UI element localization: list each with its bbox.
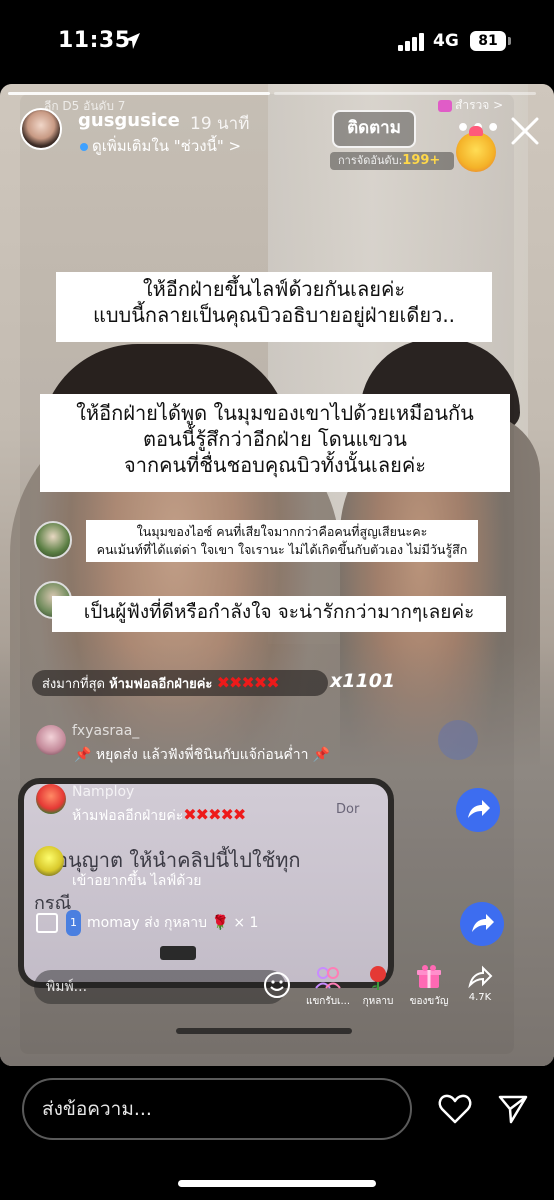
location-arrow-icon xyxy=(124,33,140,49)
highlight-dot-icon xyxy=(80,143,88,151)
close-icon[interactable] xyxy=(508,114,542,148)
top-gift-count: x1101 xyxy=(330,670,396,692)
gift-label: ของขวัญ xyxy=(409,996,449,1007)
comment-body: ห้ามฟอลอีกฝ่ายค่ะ xyxy=(72,808,184,824)
share-icon[interactable] xyxy=(456,788,500,832)
rose-icon xyxy=(370,966,386,990)
comment-body: หยุดส่ง แล้วฟังพี่ชินินกับแจ้ก่อนค่ำา xyxy=(95,747,309,763)
caption-avatar-1 xyxy=(34,521,72,559)
ghost-share-icon xyxy=(438,720,478,760)
heart-icon[interactable] xyxy=(438,1094,472,1124)
rose-icon: 🌹 xyxy=(211,915,229,931)
story-avatar[interactable] xyxy=(20,108,62,150)
battery-tip xyxy=(508,37,511,45)
comment-xs: ✖✖✖✖✖ xyxy=(183,805,246,824)
status-time: 11:35 xyxy=(58,28,131,53)
status-bar: 11:35 4G 81 xyxy=(0,0,554,84)
gift-box-icon xyxy=(36,913,58,933)
comment-avatar[interactable] xyxy=(36,725,66,755)
comment-text: ห้ามฟอลอีกฝ่ายค่ะ✖✖✖✖✖ xyxy=(72,805,246,827)
caption-box-1: ให้อีกฝ่ายขึ้นไลฟ์ด้วยกันเลยค่ะ แบบนี้กล… xyxy=(56,272,492,342)
comment-text: เข้าอยากขึ้น ไลฟ์ด้วย xyxy=(72,873,202,889)
rose-button[interactable]: กุหลาบ xyxy=(358,964,398,1009)
live-comment-input[interactable]: พิมพ์... xyxy=(34,970,286,1004)
reply-input[interactable]: ส่งข้อความ... xyxy=(22,1078,412,1140)
mascot-sticker-icon[interactable] xyxy=(456,126,496,172)
gift-button[interactable]: ของขวัญ xyxy=(406,964,452,1009)
caption-box-4: เป็นผู้ฟังที่ดีหรือกำลังใจ จะน่ารักกว่าม… xyxy=(52,596,506,632)
cellular-signal-icon xyxy=(398,33,424,51)
caption-box-2: ให้อีกฝ่ายได้พูด ในมุมของเขาไปด้วยเหมือน… xyxy=(40,394,510,492)
phone-home-indicator xyxy=(160,946,196,960)
comment-username[interactable]: Namploy xyxy=(72,784,134,800)
pin-icon: 📌 xyxy=(312,747,331,763)
gift-notification-count: × 1 xyxy=(233,915,259,931)
top-gift-banner: ส่งมากที่สุด ห้ามฟอลอีกฝ่ายค่ะ ✖✖✖✖✖ xyxy=(32,670,328,696)
explore-link[interactable]: สำรวจ > xyxy=(438,96,503,115)
ranking-badge[interactable]: การจัดอันดับ:199+ xyxy=(330,152,454,170)
story-viewer[interactable]: ลีก D5 อันดับ 7 สำรวจ > gusgusice 19 นาท… xyxy=(0,84,554,1066)
story-progress-next xyxy=(274,92,536,95)
battery-level: 81 xyxy=(470,31,506,51)
story-username[interactable]: gusgusice xyxy=(78,110,180,131)
story-time-ago: 19 นาที xyxy=(190,114,250,134)
caption-box-3: ในมุมของไอซ์ คนที่เสียใจมากกว่าคือคนที่ส… xyxy=(86,520,478,562)
user-level-badge: 1 xyxy=(66,910,81,936)
live-home-indicator xyxy=(176,1028,352,1034)
system-home-indicator xyxy=(178,1180,376,1187)
comment-username[interactable]: fxyasraa_ xyxy=(72,723,139,739)
rose-label: กุหลาบ xyxy=(362,996,394,1007)
gift-notification: 1 momay ส่ง กุหลาบ 🌹 × 1 xyxy=(36,910,306,936)
share-arrow-icon xyxy=(468,965,493,988)
ranking-value: 199+ xyxy=(402,153,441,168)
guests-label: แขกรับเ... xyxy=(306,996,351,1007)
top-gift-xs: ✖✖✖✖✖ xyxy=(216,673,280,692)
top-gift-text: ห้ามฟอลอีกฝ่ายค่ะ xyxy=(109,677,213,692)
see-more-link[interactable]: ดูเพิ่มเติมใน "ช่วงนี้" > xyxy=(80,134,241,158)
explore-icon xyxy=(438,99,452,112)
follow-button[interactable]: ติดตาม xyxy=(332,110,416,148)
phone-screen-corner: Dor xyxy=(336,802,360,817)
gift-notification-text: momay ส่ง กุหลาบ xyxy=(87,915,208,931)
comment-avatar[interactable] xyxy=(36,784,66,814)
explore-label: สำรวจ > xyxy=(455,98,504,112)
story-progress-current xyxy=(8,92,270,95)
guests-button[interactable]: แขกรับเ... xyxy=(306,966,350,1009)
see-more-label: ดูเพิ่มเติมใน "ช่วงนี้" > xyxy=(92,137,242,155)
gift-icon xyxy=(417,965,441,988)
emoji-icon[interactable] xyxy=(262,970,292,1000)
comment-text: 📌 หยุดส่ง แล้วฟังพี่ชินินกับแจ้ก่อนค่ำา … xyxy=(74,744,330,766)
send-icon[interactable] xyxy=(497,1093,529,1125)
pin-icon: 📌 xyxy=(74,747,92,763)
network-type: 4G xyxy=(433,31,459,51)
share-count-button[interactable]: 4.7K xyxy=(460,964,500,1003)
guests-icon xyxy=(315,967,341,989)
share-icon[interactable] xyxy=(460,902,504,946)
top-gift-prefix: ส่งมากที่สุด xyxy=(42,677,105,692)
ranking-label: การจัดอันดับ: xyxy=(338,154,403,167)
share-count-label: 4.7K xyxy=(468,992,492,1003)
comment-avatar[interactable] xyxy=(34,846,64,876)
